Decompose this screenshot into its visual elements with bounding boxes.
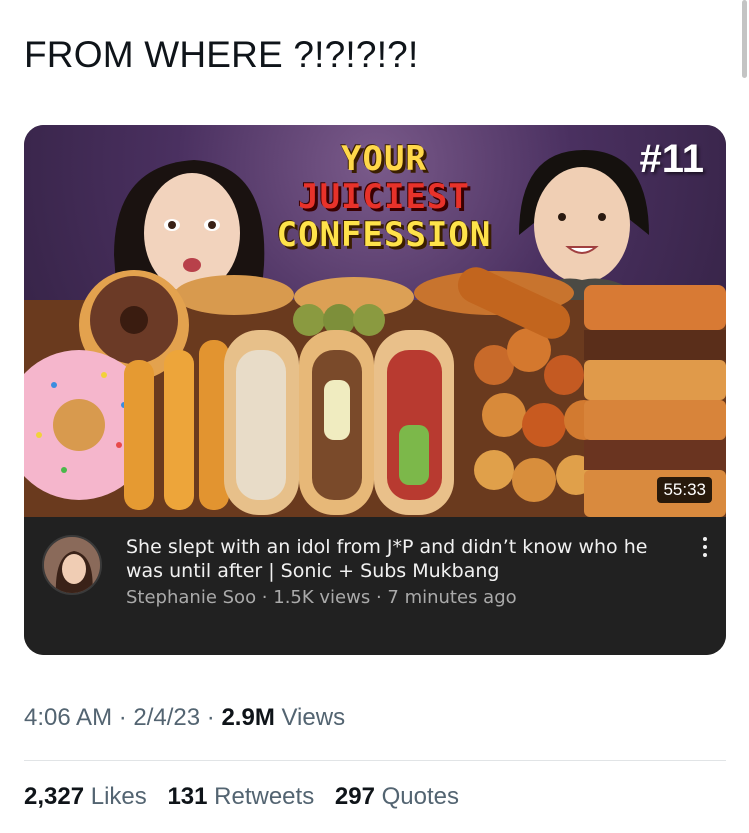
sub-sandwiches [224, 330, 454, 515]
episode-number: #11 [639, 137, 704, 181]
timestamp-separator: · [200, 704, 222, 731]
channel-name[interactable]: Stephanie Soo [126, 587, 256, 608]
avatar-image [44, 537, 100, 593]
thumbnail-title-line2: JUICIEST [298, 177, 470, 217]
byline-separator: · [256, 587, 274, 608]
thumbnail-title: YOUR JUICIEST CONFESSION [249, 140, 519, 254]
page-scrollbar[interactable] [742, 0, 747, 78]
thumbnail-title-line3: CONFESSION [276, 215, 492, 255]
video-byline: Stephanie Soo · 1.5K views · 7 minutes a… [126, 587, 517, 608]
video-thumbnail[interactable]: YOUR JUICIEST CONFESSION #11 55:33 [24, 125, 726, 517]
tweet-timestamp: 4:06 AM · 2/4/23 · 2.9M Views [24, 704, 345, 732]
quotes-stat[interactable]: 297 Quotes [335, 783, 459, 810]
upload-age: 7 minutes ago [387, 587, 517, 608]
engagement-stats: 2,327 Likes 131 Retweets 297 Quotes [24, 783, 473, 811]
retweets-count: 131 [167, 783, 208, 810]
likes-label: Likes [90, 783, 147, 810]
more-vertical-icon[interactable] [700, 537, 710, 563]
retweets-label: Retweets [214, 783, 315, 810]
view-count: 1.5K views [273, 587, 371, 608]
video-metadata: She slept with an idol from J*P and didn… [24, 517, 726, 655]
byline-separator: · [370, 587, 388, 608]
timestamp-separator: · [112, 704, 134, 731]
tweet-text: FROM WHERE ?!?!?!?! [24, 34, 419, 75]
retweets-stat[interactable]: 131 Retweets [167, 783, 314, 810]
channel-avatar[interactable] [42, 535, 102, 595]
likes-stat[interactable]: 2,327 Likes [24, 783, 147, 810]
video-title[interactable]: She slept with an idol from J*P and didn… [126, 535, 666, 583]
tweet-date[interactable]: 2/4/23 [133, 704, 200, 731]
likes-count: 2,327 [24, 783, 85, 810]
quotes-count: 297 [334, 783, 375, 810]
tweet-time[interactable]: 4:06 AM [24, 704, 112, 731]
divider [24, 760, 726, 761]
views-label: Views [281, 704, 346, 731]
views-count: 2.9M [221, 704, 275, 731]
youtube-video-card[interactable]: YOUR JUICIEST CONFESSION #11 55:33 She s… [24, 125, 726, 655]
quotes-label: Quotes [381, 783, 459, 810]
thumbnail-title-line1: YOUR [341, 139, 427, 179]
video-duration: 55:33 [657, 477, 712, 503]
